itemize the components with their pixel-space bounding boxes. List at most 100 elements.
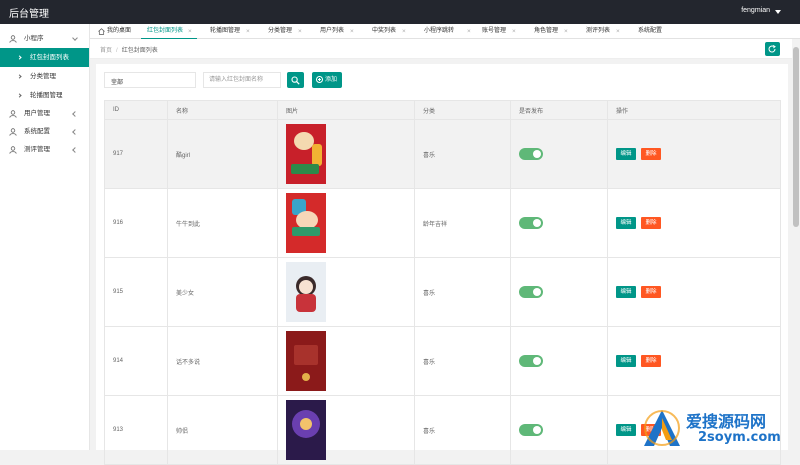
publish-toggle[interactable] xyxy=(519,424,543,436)
cell-id: 914 xyxy=(104,326,168,396)
tab-system-config[interactable]: 系统配置 xyxy=(638,24,662,39)
close-icon[interactable]: × xyxy=(512,24,516,39)
cell-actions: 编辑 删除 xyxy=(607,257,781,327)
close-icon[interactable]: × xyxy=(616,24,620,39)
column-header-published: 是否发布 xyxy=(510,100,608,120)
cell-image xyxy=(277,326,415,396)
table-row: 914 话不多说 喜乐 编辑 删除 xyxy=(104,326,781,396)
cover-thumbnail[interactable] xyxy=(286,331,326,391)
tab-evaluations[interactable]: 测评列表 × xyxy=(586,24,620,39)
tab-roles[interactable]: 角色管理 × xyxy=(534,24,568,39)
close-icon[interactable]: × xyxy=(564,24,568,39)
delete-button[interactable]: 删除 xyxy=(641,355,661,367)
publish-toggle[interactable] xyxy=(519,286,543,298)
tab-label: 红包封面列表 xyxy=(147,28,184,34)
table-row: 915 美少女 喜乐 编辑 删除 xyxy=(104,257,781,327)
close-icon[interactable]: × xyxy=(188,24,192,39)
close-icon[interactable]: × xyxy=(402,24,406,39)
watermark: 爱搜源码网 2soym.com xyxy=(640,406,800,450)
chevron-right-icon xyxy=(17,74,22,79)
edit-button[interactable]: 编辑 xyxy=(616,148,636,160)
tab-accounts[interactable]: 账号管理 × xyxy=(482,24,516,39)
close-icon[interactable]: × xyxy=(467,24,471,39)
cell-name: 牛牛到此 xyxy=(167,188,278,258)
tab-miniprogram-jump[interactable]: 小程序跳转 × xyxy=(424,24,471,39)
cell-id: 916 xyxy=(104,188,168,258)
column-header-actions: 操作 xyxy=(607,100,781,120)
chevron-left-icon xyxy=(72,111,78,117)
add-button[interactable]: 添加 xyxy=(312,72,342,88)
tab-label: 系统配置 xyxy=(638,28,663,34)
scrollbar-thumb[interactable] xyxy=(793,47,799,227)
edit-button[interactable]: 编辑 xyxy=(616,355,636,367)
cell-published xyxy=(510,326,608,396)
user-icon xyxy=(9,128,17,136)
sidebar-subitem-cover-list[interactable]: 红包封面列表 xyxy=(0,48,89,67)
edit-button[interactable]: 编辑 xyxy=(616,217,636,229)
cell-id: 915 xyxy=(104,257,168,327)
search-button[interactable] xyxy=(287,72,304,88)
cell-actions: 编辑 删除 xyxy=(607,119,781,189)
scrollbar[interactable] xyxy=(792,39,800,450)
tab-carousel[interactable]: 轮播图管理 × xyxy=(210,24,250,39)
sidebar-item-users[interactable]: 用户管理 xyxy=(0,105,89,123)
cover-thumbnail[interactable] xyxy=(286,400,326,460)
publish-toggle[interactable] xyxy=(519,355,543,367)
watermark-logo-icon xyxy=(644,410,680,446)
refresh-button[interactable] xyxy=(765,42,780,56)
sidebar-subitem-label: 分类管理 xyxy=(30,73,56,80)
cell-category: 喜乐 xyxy=(414,326,511,396)
delete-button[interactable]: 删除 xyxy=(641,217,661,229)
breadcrumb-home[interactable]: 首页 xyxy=(100,48,112,54)
sidebar-item-system[interactable]: 系统配置 xyxy=(0,123,89,141)
chevron-down-icon[interactable] xyxy=(775,10,781,14)
edit-button[interactable]: 编辑 xyxy=(616,286,636,298)
user-icon xyxy=(9,146,17,154)
cover-thumbnail[interactable] xyxy=(286,124,326,184)
tab-category[interactable]: 分类管理 × xyxy=(268,24,302,39)
category-select[interactable]: 全部 xyxy=(104,72,196,88)
chevron-right-icon xyxy=(17,55,22,60)
app-title: 后台管理 xyxy=(9,9,49,20)
breadcrumb-current: 红包封面列表 xyxy=(121,48,158,54)
cell-published xyxy=(510,395,608,465)
tab-label: 测评列表 xyxy=(586,28,611,34)
delete-button[interactable]: 删除 xyxy=(641,148,661,160)
chevron-down-icon xyxy=(111,79,117,82)
sidebar-subitem-category[interactable]: 分类管理 xyxy=(0,67,89,86)
delete-button[interactable]: 删除 xyxy=(641,286,661,298)
tab-label: 用户列表 xyxy=(320,28,345,34)
tab-home[interactable]: 我的桌面 xyxy=(98,24,131,39)
cell-image xyxy=(277,119,415,189)
tab-label: 分类管理 xyxy=(268,28,293,34)
tab-winners[interactable]: 中奖列表 × xyxy=(372,24,406,39)
tab-cover-list[interactable]: 红包封面列表 × xyxy=(140,24,198,40)
publish-toggle[interactable] xyxy=(519,148,543,160)
chevron-left-icon xyxy=(72,147,78,153)
sidebar-subitem-carousel[interactable]: 轮播图管理 xyxy=(0,86,89,105)
sidebar-item-evaluation[interactable]: 测评管理 xyxy=(0,141,89,159)
close-icon[interactable]: × xyxy=(350,24,354,39)
cover-thumbnail[interactable] xyxy=(286,262,326,322)
cell-category: 喜乐 xyxy=(414,395,511,465)
tab-label: 轮播图管理 xyxy=(210,28,241,34)
user-icon xyxy=(9,110,17,118)
table-header: ID 名称 图片 分类 是否发布 操作 xyxy=(104,100,781,120)
user-menu[interactable]: fengmian xyxy=(741,7,770,14)
close-icon[interactable]: × xyxy=(246,24,250,39)
search-input[interactable] xyxy=(203,72,281,88)
main-panel: 全部 添加 ID 名称 图片 分类 是否发布 操作 917 酷girl xyxy=(96,64,788,465)
publish-toggle[interactable] xyxy=(519,217,543,229)
cell-name: 帅侣 xyxy=(167,395,278,465)
chevron-left-icon xyxy=(72,129,78,135)
cell-name: 美少女 xyxy=(167,257,278,327)
cell-actions: 编辑 删除 xyxy=(607,326,781,396)
tab-users[interactable]: 用户列表 × xyxy=(320,24,354,39)
column-header-category: 分类 xyxy=(414,100,511,120)
table-row: 916 牛牛到此 龄年吉祥 编辑 删除 xyxy=(104,188,781,258)
edit-button[interactable]: 编辑 xyxy=(616,424,636,436)
cover-thumbnail[interactable] xyxy=(286,193,326,253)
sidebar-item-miniprogram[interactable]: 小程序 xyxy=(0,30,89,48)
close-icon[interactable]: × xyxy=(298,24,302,39)
cell-id: 917 xyxy=(104,119,168,189)
